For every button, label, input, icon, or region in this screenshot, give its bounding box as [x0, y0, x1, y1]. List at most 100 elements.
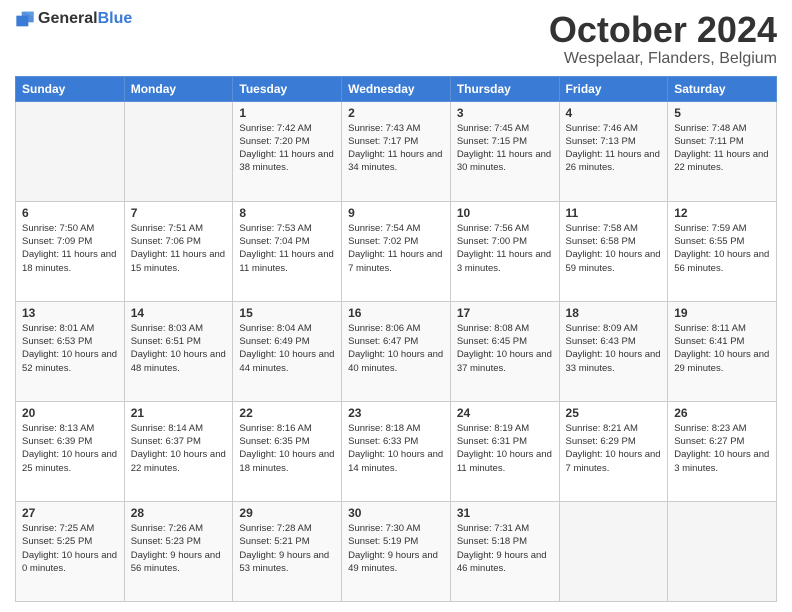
header: GeneralBlue October 2024 Wespelaar, Flan…	[15, 10, 777, 68]
day-number: 28	[131, 506, 227, 520]
calendar-week-row: 1 Sunrise: 7:42 AMSunset: 7:20 PMDaylight…	[16, 101, 777, 201]
logo-blue: Blue	[98, 10, 133, 27]
day-info: Sunrise: 7:58 AMSunset: 6:58 PMDaylight:…	[566, 222, 662, 275]
day-number: 1	[239, 106, 335, 120]
day-number: 20	[22, 406, 118, 420]
table-row	[124, 101, 233, 201]
day-number: 3	[457, 106, 553, 120]
day-info: Sunrise: 7:25 AMSunset: 5:25 PMDaylight:…	[22, 522, 118, 575]
day-number: 19	[674, 306, 770, 320]
day-number: 18	[566, 306, 662, 320]
logo-icon	[15, 10, 35, 28]
calendar-week-row: 6 Sunrise: 7:50 AMSunset: 7:09 PMDaylight…	[16, 201, 777, 301]
calendar-week-row: 27 Sunrise: 7:25 AMSunset: 5:25 PMDayligh…	[16, 501, 777, 601]
day-info: Sunrise: 7:46 AMSunset: 7:13 PMDaylight:…	[566, 122, 662, 175]
table-row: 30Sunrise: 7:30 AMSunset: 5:19 PMDayligh…	[342, 501, 451, 601]
day-info: Sunrise: 8:13 AMSunset: 6:39 PMDaylight:…	[22, 422, 118, 475]
table-row: 7Sunrise: 7:51 AMSunset: 7:06 PMDaylight…	[124, 201, 233, 301]
logo-text: GeneralBlue	[38, 10, 132, 28]
header-friday: Friday	[559, 76, 668, 101]
table-row: 29Sunrise: 7:28 AMSunset: 5:21 PMDayligh…	[233, 501, 342, 601]
day-number: 15	[239, 306, 335, 320]
day-number: 17	[457, 306, 553, 320]
day-info: Sunrise: 7:45 AMSunset: 7:15 PMDaylight:…	[457, 122, 553, 175]
table-row: 2Sunrise: 7:43 AMSunset: 7:17 PMDaylight…	[342, 101, 451, 201]
calendar-table: Sunday Monday Tuesday Wednesday Thursday…	[15, 76, 777, 602]
day-number: 5	[674, 106, 770, 120]
day-info: Sunrise: 7:50 AMSunset: 7:09 PMDaylight:…	[22, 222, 118, 275]
table-row: 12Sunrise: 7:59 AMSunset: 6:55 PMDayligh…	[668, 201, 777, 301]
day-info: Sunrise: 8:11 AMSunset: 6:41 PMDaylight:…	[674, 322, 770, 375]
header-saturday: Saturday	[668, 76, 777, 101]
table-row: 14Sunrise: 8:03 AMSunset: 6:51 PMDayligh…	[124, 301, 233, 401]
table-row: 5 Sunrise: 7:48 AMSunset: 7:11 PMDaylight…	[668, 101, 777, 201]
day-number: 21	[131, 406, 227, 420]
table-row: 25 Sunrise: 8:21 AMSunset: 6:29 PMDayligh…	[559, 401, 668, 501]
weekday-header-row: Sunday Monday Tuesday Wednesday Thursday…	[16, 76, 777, 101]
day-info: Sunrise: 8:14 AMSunset: 6:37 PMDaylight:…	[131, 422, 227, 475]
table-row: 1 Sunrise: 7:42 AMSunset: 7:20 PMDaylight…	[233, 101, 342, 201]
day-number: 23	[348, 406, 444, 420]
table-row: 16Sunrise: 8:06 AMSunset: 6:47 PMDayligh…	[342, 301, 451, 401]
header-thursday: Thursday	[450, 76, 559, 101]
table-row: 10Sunrise: 7:56 AMSunset: 7:00 PMDayligh…	[450, 201, 559, 301]
table-row: 31 Sunrise: 7:31 AMSunset: 5:18 PMDayligh…	[450, 501, 559, 601]
table-row	[16, 101, 125, 201]
day-info: Sunrise: 7:31 AMSunset: 5:18 PMDaylight:…	[457, 522, 553, 575]
month-title: October 2024	[549, 10, 777, 50]
table-row: 4Sunrise: 7:46 AMSunset: 7:13 PMDaylight…	[559, 101, 668, 201]
calendar-week-row: 13Sunrise: 8:01 AMSunset: 6:53 PMDayligh…	[16, 301, 777, 401]
table-row: 13Sunrise: 8:01 AMSunset: 6:53 PMDayligh…	[16, 301, 125, 401]
day-number: 14	[131, 306, 227, 320]
location-title: Wespelaar, Flanders, Belgium	[549, 50, 777, 68]
table-row: 11Sunrise: 7:58 AMSunset: 6:58 PMDayligh…	[559, 201, 668, 301]
header-tuesday: Tuesday	[233, 76, 342, 101]
day-info: Sunrise: 8:16 AMSunset: 6:35 PMDaylight:…	[239, 422, 335, 475]
day-number: 9	[348, 206, 444, 220]
day-number: 27	[22, 506, 118, 520]
day-info: Sunrise: 7:48 AMSunset: 7:11 PMDaylight:…	[674, 122, 770, 175]
day-info: Sunrise: 8:23 AMSunset: 6:27 PMDaylight:…	[674, 422, 770, 475]
day-number: 30	[348, 506, 444, 520]
day-info: Sunrise: 7:42 AMSunset: 7:20 PMDaylight:…	[239, 122, 335, 175]
title-block: October 2024 Wespelaar, Flanders, Belgiu…	[549, 10, 777, 68]
day-number: 24	[457, 406, 553, 420]
table-row: 20 Sunrise: 8:13 AMSunset: 6:39 PMDayligh…	[16, 401, 125, 501]
table-row: 9 Sunrise: 7:54 AMSunset: 7:02 PMDaylight…	[342, 201, 451, 301]
header-wednesday: Wednesday	[342, 76, 451, 101]
day-number: 26	[674, 406, 770, 420]
day-info: Sunrise: 8:18 AMSunset: 6:33 PMDaylight:…	[348, 422, 444, 475]
day-number: 31	[457, 506, 553, 520]
day-number: 16	[348, 306, 444, 320]
table-row: 27 Sunrise: 7:25 AMSunset: 5:25 PMDayligh…	[16, 501, 125, 601]
day-info: Sunrise: 8:04 AMSunset: 6:49 PMDaylight:…	[239, 322, 335, 375]
day-number: 12	[674, 206, 770, 220]
logo: GeneralBlue	[15, 10, 132, 28]
day-number: 2	[348, 106, 444, 120]
day-info: Sunrise: 8:21 AMSunset: 6:29 PMDaylight:…	[566, 422, 662, 475]
table-row	[668, 501, 777, 601]
logo-general: General	[38, 10, 98, 27]
table-row: 24 Sunrise: 8:19 AMSunset: 6:31 PMDayligh…	[450, 401, 559, 501]
table-row: 15 Sunrise: 8:04 AMSunset: 6:49 PMDayligh…	[233, 301, 342, 401]
table-row: 17Sunrise: 8:08 AMSunset: 6:45 PMDayligh…	[450, 301, 559, 401]
table-row: 19 Sunrise: 8:11 AMSunset: 6:41 PMDayligh…	[668, 301, 777, 401]
calendar-page: GeneralBlue October 2024 Wespelaar, Flan…	[0, 0, 792, 612]
day-info: Sunrise: 7:56 AMSunset: 7:00 PMDaylight:…	[457, 222, 553, 275]
day-info: Sunrise: 7:53 AMSunset: 7:04 PMDaylight:…	[239, 222, 335, 275]
table-row	[559, 501, 668, 601]
table-row: 8Sunrise: 7:53 AMSunset: 7:04 PMDaylight…	[233, 201, 342, 301]
day-number: 13	[22, 306, 118, 320]
table-row: 18Sunrise: 8:09 AMSunset: 6:43 PMDayligh…	[559, 301, 668, 401]
header-sunday: Sunday	[16, 76, 125, 101]
table-row: 28Sunrise: 7:26 AMSunset: 5:23 PMDayligh…	[124, 501, 233, 601]
day-info: Sunrise: 7:28 AMSunset: 5:21 PMDaylight:…	[239, 522, 335, 575]
day-number: 25	[566, 406, 662, 420]
day-number: 6	[22, 206, 118, 220]
table-row: 23 Sunrise: 8:18 AMSunset: 6:33 PMDayligh…	[342, 401, 451, 501]
table-row: 21 Sunrise: 8:14 AMSunset: 6:37 PMDayligh…	[124, 401, 233, 501]
table-row: 6 Sunrise: 7:50 AMSunset: 7:09 PMDaylight…	[16, 201, 125, 301]
day-info: Sunrise: 7:51 AMSunset: 7:06 PMDaylight:…	[131, 222, 227, 275]
day-info: Sunrise: 7:54 AMSunset: 7:02 PMDaylight:…	[348, 222, 444, 275]
day-info: Sunrise: 8:19 AMSunset: 6:31 PMDaylight:…	[457, 422, 553, 475]
